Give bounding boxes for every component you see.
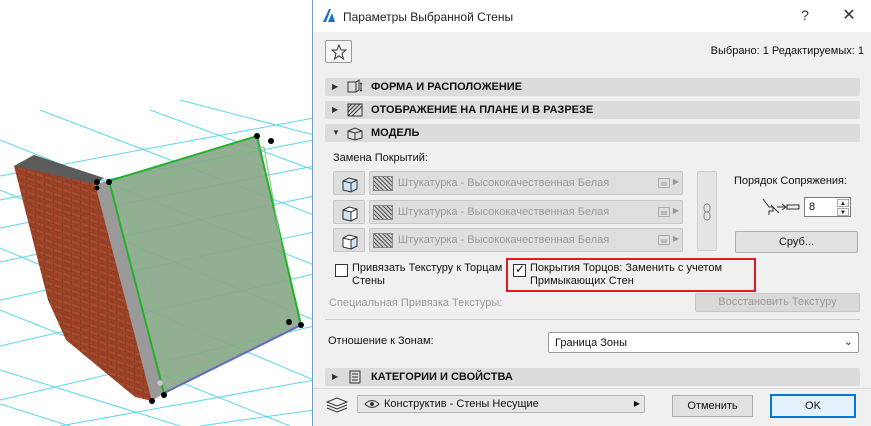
join-order-icon — [762, 198, 800, 215]
join-order-value: 8 — [809, 201, 816, 213]
arrow-right-icon: ▶ — [672, 206, 679, 215]
picture-icon — [658, 207, 670, 217]
surface-select[interactable]: Штукатурка - Высококачественная Белая ▶ — [369, 200, 683, 224]
archicad-icon — [323, 9, 335, 22]
chain-link-icon — [703, 203, 711, 221]
bind-texture-checkbox[interactable] — [335, 264, 348, 277]
layer-select[interactable]: Конструктив - Стены Несущие ▶ — [357, 395, 645, 413]
box-face-icon — [342, 177, 358, 193]
decrement-icon[interactable]: ▼ — [837, 208, 849, 216]
chevron-down-icon: ⌄ — [843, 336, 853, 348]
material-swatch — [373, 233, 393, 248]
expand-arrow-icon: ▶ — [332, 82, 339, 91]
surface-row: Штукатурка - Высококачественная Белая ▶ — [333, 228, 685, 252]
cancel-button[interactable]: Отменить — [672, 395, 753, 417]
zones-label: Отношение к Зонам: — [328, 335, 434, 347]
plan-section-icon — [347, 103, 363, 117]
material-swatch — [373, 176, 393, 191]
surface-select[interactable]: Штукатурка - Высококачественная Белая ▶ — [369, 228, 683, 252]
expand-arrow-icon: ▶ — [332, 105, 339, 114]
model-box-icon — [347, 127, 363, 141]
3d-viewport[interactable] — [0, 0, 314, 426]
section-shape-label: ФОРМА И РАСПОЛОЖЕНИЕ — [371, 81, 523, 93]
checkmark-icon: ✓ — [515, 262, 526, 276]
zones-value: Граница Зоны — [555, 337, 628, 349]
selection-status: Выбрано: 1 Редактируемых: 1 — [710, 45, 864, 57]
dialog-title: Параметры Выбранной Стены — [343, 10, 514, 24]
surface-side-button[interactable] — [333, 200, 365, 224]
layers-icon — [325, 397, 349, 413]
help-button[interactable]: ? — [795, 7, 815, 23]
section-categories-label: КАТЕГОРИИ И СВОЙСТВА — [371, 371, 513, 383]
join-order-label: Порядок Сопряжения: — [734, 175, 848, 187]
list-icon — [349, 370, 361, 384]
surface-side-button[interactable] — [333, 228, 365, 252]
zones-select[interactable]: Граница Зоны ⌄ — [548, 332, 859, 353]
ok-button[interactable]: OK — [770, 394, 856, 418]
favorites-button[interactable] — [325, 40, 352, 63]
section-categories[interactable]: ▶ КАТЕГОРИИ И СВОЙСТВА — [325, 368, 860, 386]
picture-icon — [658, 235, 670, 245]
increment-icon[interactable]: ▲ — [837, 199, 849, 207]
box-edge-icon — [342, 234, 358, 250]
eye-icon — [364, 400, 380, 408]
surface-select[interactable]: Штукатурка - Высококачественная Белая ▶ — [369, 171, 683, 195]
surface-name: Штукатурка - Высококачественная Белая — [398, 177, 610, 189]
wall-settings-dialog: Параметры Выбранной Стены ? ✕ Выбрано: 1… — [312, 0, 871, 426]
wall-geometry-icon — [347, 79, 363, 93]
collapse-arrow-icon: ▼ — [332, 128, 340, 137]
cover-ends-label[interactable]: Покрытия Торцов: Заменить с учетом Примы… — [530, 262, 755, 288]
section-display-label: ОТОБРАЖЕНИЕ НА ПЛАНЕ И В РАЗРЕЗЕ — [371, 104, 594, 116]
surface-name: Штукатурка - Высококачественная Белая — [398, 206, 610, 218]
log-wall-button[interactable]: Сруб... — [735, 231, 858, 253]
surface-row: Штукатурка - Высококачественная Белая ▶ — [333, 200, 685, 224]
cover-ends-checkbox[interactable]: ✓ — [513, 262, 526, 277]
box-side-icon — [342, 206, 358, 222]
expand-arrow-icon: ▶ — [332, 372, 339, 381]
layer-name: Конструктив - Стены Несущие — [384, 398, 539, 410]
arrow-right-icon: ▶ — [672, 177, 679, 186]
section-shape[interactable]: ▶ ФОРМА И РАСПОЛОЖЕНИЕ — [325, 78, 860, 96]
restore-texture-button[interactable]: Восстановить Текстуру — [695, 293, 860, 312]
surface-name: Штукатурка - Высококачественная Белая — [398, 234, 610, 246]
material-swatch — [373, 205, 393, 220]
surface-side-button[interactable] — [333, 171, 365, 195]
section-model-label: МОДЕЛЬ — [371, 127, 420, 139]
section-display[interactable]: ▶ ОТОБРАЖЕНИЕ НА ПЛАНЕ И В РАЗРЕЗЕ — [325, 101, 860, 119]
special-binding-label: Специальная Привязка Текстуры: — [329, 297, 503, 309]
join-order-stepper[interactable]: 8 ▲ ▼ — [804, 197, 851, 217]
picture-icon — [658, 178, 670, 188]
section-model[interactable]: ▼ МОДЕЛЬ — [325, 124, 860, 142]
surface-row: Штукатурка - Высококачественная Белая ▶ — [333, 171, 685, 195]
divider — [325, 319, 860, 320]
link-surfaces-button[interactable] — [697, 171, 717, 251]
title-bar[interactable]: Параметры Выбранной Стены ? ✕ — [313, 0, 871, 32]
close-button[interactable]: ✕ — [839, 5, 859, 25]
bind-texture-label[interactable]: Привязать Текстуру к Торцам Стены — [352, 262, 512, 288]
surfaces-label: Замена Покрытий: — [333, 152, 428, 164]
3d-scene — [0, 99, 314, 426]
dialog-footer: Конструктив - Стены Несущие ▶ Отменить O… — [313, 388, 871, 426]
star-icon — [331, 44, 347, 60]
arrow-right-icon: ▶ — [672, 234, 679, 243]
arrow-right-icon: ▶ — [633, 399, 640, 408]
